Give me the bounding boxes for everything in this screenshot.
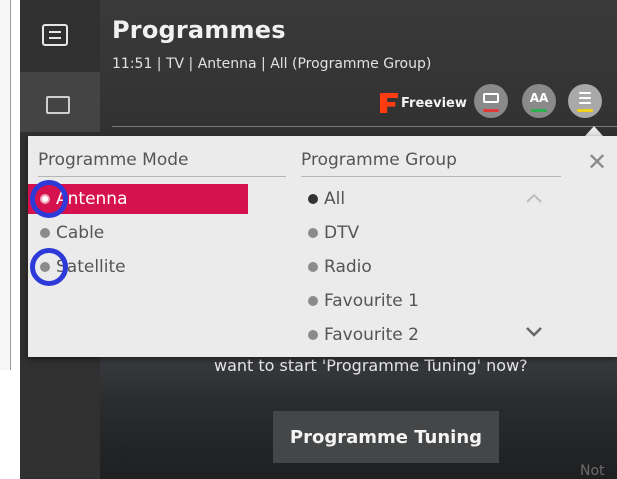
option-label: Favourite 1	[324, 291, 419, 311]
group-divider	[301, 176, 561, 177]
programme-filter-panel: Programme Mode Programme Group ✕ Antenna…	[28, 136, 617, 357]
chevron-down-icon[interactable]	[524, 324, 544, 338]
option-label: Radio	[324, 257, 372, 277]
green-key-indicator	[531, 109, 547, 112]
list-icon	[579, 92, 591, 106]
yellow-key-indicator	[577, 109, 593, 112]
close-icon[interactable]: ✕	[585, 150, 609, 174]
tv-icon	[46, 96, 70, 114]
radio-icon	[308, 228, 318, 238]
menu-icon[interactable]	[42, 24, 68, 46]
freeview-logo: Freeview	[380, 92, 467, 114]
partial-text: Not S	[580, 463, 605, 479]
header-divider	[112, 126, 617, 127]
option-label: DTV	[324, 223, 360, 243]
radio-icon	[40, 228, 50, 238]
chevron-up-icon[interactable]	[524, 190, 544, 204]
tuning-prompt: want to start 'Programme Tuning' now?	[214, 356, 528, 375]
subtitles-icon	[483, 93, 499, 103]
subtitles-button[interactable]	[474, 84, 508, 118]
radio-icon	[308, 330, 318, 340]
group-option-favourite-1[interactable]: Favourite 1	[308, 286, 419, 316]
dropdown-pointer	[585, 126, 603, 136]
group-option-dtv[interactable]: DTV	[308, 218, 359, 248]
group-option-all[interactable]: All	[308, 184, 345, 214]
red-key-indicator	[483, 109, 499, 112]
annotation-ring-satellite	[30, 248, 68, 286]
programme-group-heading: Programme Group	[301, 150, 457, 170]
option-label: All	[324, 189, 346, 209]
mode-divider	[38, 176, 286, 177]
status-line: 11:51 | TV | Antenna | All (Programme Gr…	[112, 56, 432, 72]
option-label: Favourite 2	[324, 325, 419, 345]
photo-frame-left	[0, 0, 11, 370]
option-label: Cable	[56, 223, 105, 243]
annotation-ring-antenna	[30, 180, 68, 218]
radio-icon	[308, 262, 318, 272]
list-button[interactable]	[568, 84, 602, 118]
page-title: Programmes	[112, 16, 286, 44]
radio-icon	[308, 296, 318, 306]
programme-tuning-button[interactable]: Programme Tuning	[273, 411, 499, 463]
group-option-radio[interactable]: Radio	[308, 252, 372, 282]
radio-icon	[308, 194, 318, 204]
text-size-icon: AA	[529, 91, 549, 105]
group-option-favourite-2[interactable]: Favourite 2	[308, 320, 419, 350]
mode-option-cable[interactable]: Cable	[28, 218, 104, 248]
text-size-button[interactable]: AA	[522, 84, 556, 118]
programme-mode-heading: Programme Mode	[38, 150, 189, 170]
freeview-f-icon	[380, 93, 398, 113]
freeview-label: Freeview	[401, 95, 467, 111]
